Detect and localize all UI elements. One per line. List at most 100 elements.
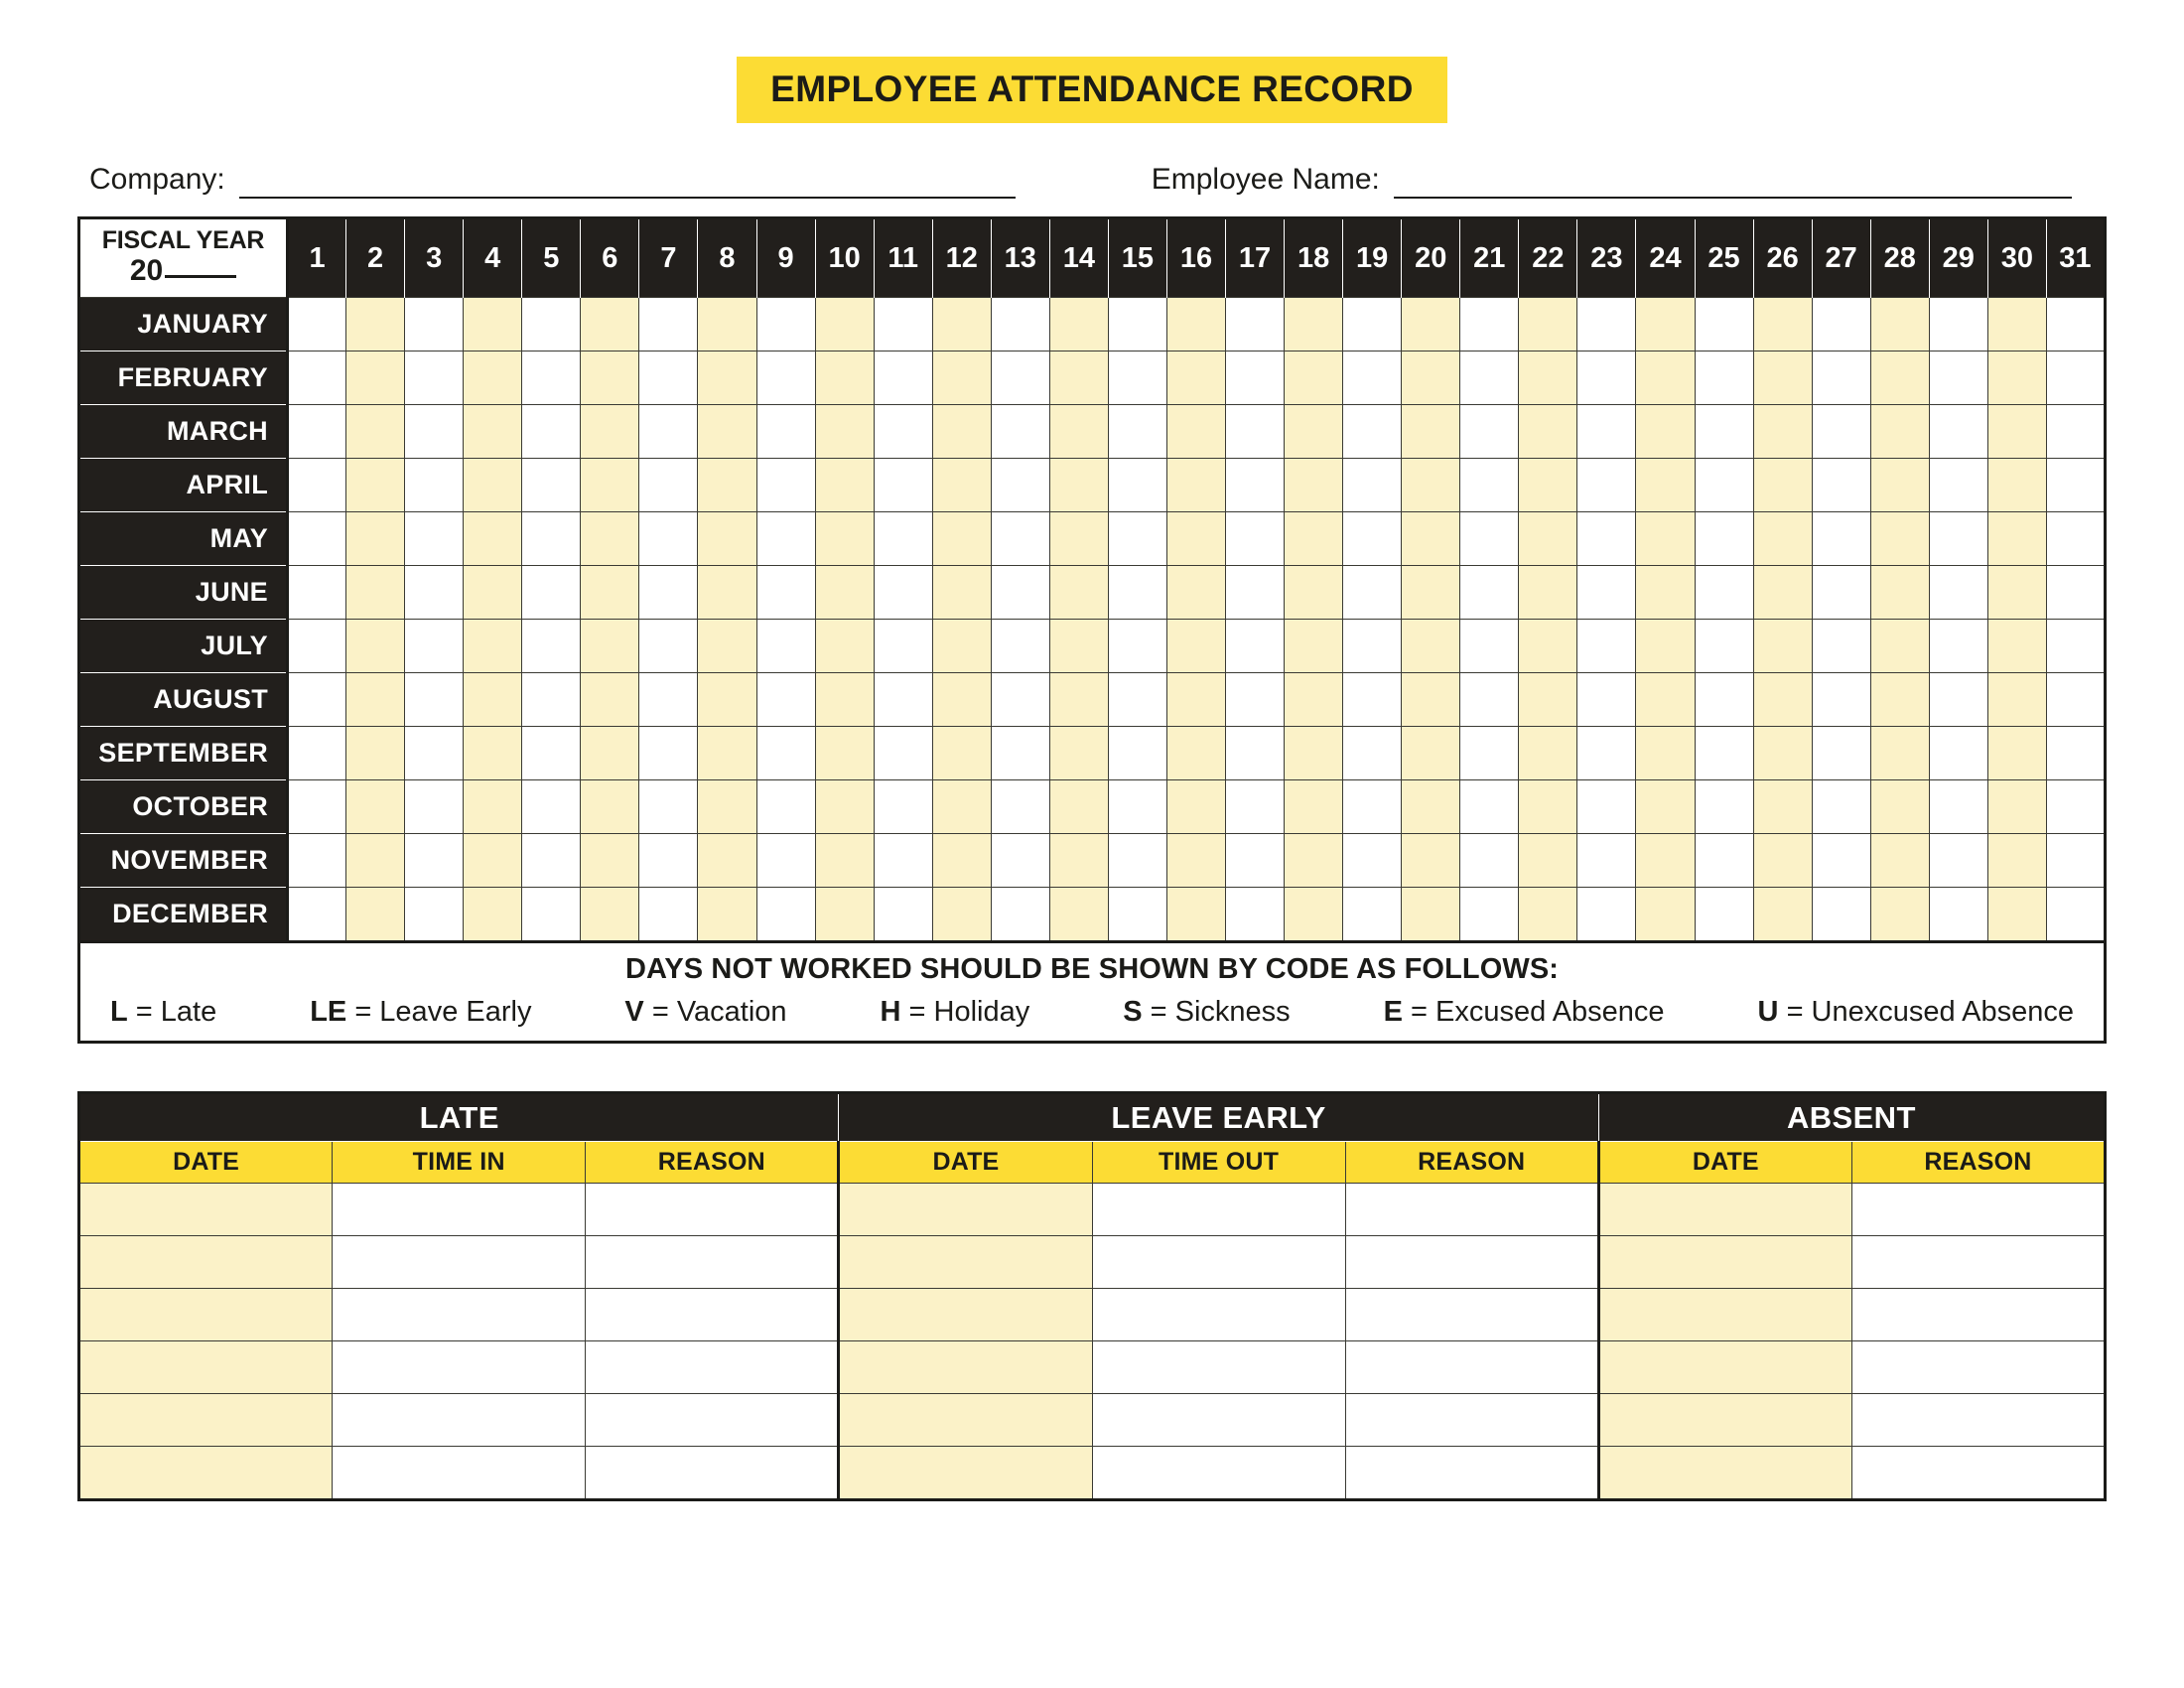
day-cell[interactable] (1518, 511, 1578, 566)
log-cell-date[interactable] (837, 1340, 1093, 1394)
day-cell[interactable] (931, 672, 992, 727)
day-cell[interactable] (1107, 833, 1167, 888)
day-cell[interactable] (1342, 887, 1403, 942)
day-cell[interactable] (1694, 726, 1754, 780)
day-cell[interactable] (1752, 726, 1813, 780)
day-cell[interactable] (1928, 726, 1988, 780)
day-cell[interactable] (2045, 297, 2107, 352)
day-cell[interactable] (2045, 565, 2107, 620)
day-cell[interactable] (638, 404, 699, 459)
day-cell[interactable] (1986, 726, 2047, 780)
day-cell[interactable] (2045, 779, 2107, 834)
day-cell[interactable] (697, 779, 757, 834)
day-cell[interactable] (1635, 779, 1696, 834)
day-cell[interactable] (1928, 511, 1988, 566)
day-cell[interactable] (521, 297, 582, 352)
day-cell[interactable] (521, 458, 582, 512)
day-cell[interactable] (1165, 887, 1227, 942)
day-cell[interactable] (1284, 297, 1344, 352)
day-cell[interactable] (463, 833, 523, 888)
day-cell[interactable] (931, 833, 992, 888)
day-cell[interactable] (1107, 565, 1167, 620)
day-cell[interactable] (814, 565, 875, 620)
day-cell[interactable] (697, 511, 757, 566)
day-cell[interactable] (1401, 351, 1461, 405)
day-cell[interactable] (1635, 565, 1696, 620)
log-cell-date[interactable] (837, 1235, 1093, 1289)
day-cell[interactable] (1165, 726, 1227, 780)
day-cell[interactable] (873, 351, 933, 405)
day-cell[interactable] (286, 779, 347, 834)
log-cell-date[interactable] (77, 1288, 334, 1341)
day-cell[interactable] (1752, 779, 1813, 834)
day-cell[interactable] (345, 458, 406, 512)
day-cell[interactable] (521, 404, 582, 459)
day-cell[interactable] (2045, 404, 2107, 459)
log-cell-reason[interactable] (1850, 1393, 2107, 1447)
day-cell[interactable] (1048, 351, 1109, 405)
day-cell[interactable] (1224, 619, 1286, 673)
log-cell-date[interactable] (1596, 1235, 1852, 1289)
day-cell[interactable] (1811, 726, 1871, 780)
day-cell[interactable] (1342, 351, 1403, 405)
day-cell[interactable] (345, 297, 406, 352)
day-cell[interactable] (638, 619, 699, 673)
day-cell[interactable] (1928, 779, 1988, 834)
day-cell[interactable] (1107, 511, 1167, 566)
log-cell-reason[interactable] (1850, 1235, 2107, 1289)
day-cell[interactable] (1224, 779, 1286, 834)
day-cell[interactable] (1224, 726, 1286, 780)
log-cell-time-out[interactable] (1091, 1393, 1346, 1447)
day-cell[interactable] (1576, 779, 1637, 834)
day-cell[interactable] (873, 565, 933, 620)
day-cell[interactable] (990, 511, 1050, 566)
day-cell[interactable] (1107, 458, 1167, 512)
day-cell[interactable] (1459, 887, 1520, 942)
day-cell[interactable] (697, 726, 757, 780)
day-cell[interactable] (463, 511, 523, 566)
day-cell[interactable] (404, 404, 465, 459)
day-cell[interactable] (1811, 887, 1871, 942)
day-cell[interactable] (1752, 458, 1813, 512)
day-cell[interactable] (1518, 458, 1578, 512)
day-cell[interactable] (1576, 511, 1637, 566)
day-cell[interactable] (814, 672, 875, 727)
day-cell[interactable] (1928, 887, 1988, 942)
log-cell-date[interactable] (1596, 1393, 1852, 1447)
day-cell[interactable] (873, 672, 933, 727)
day-cell[interactable] (1224, 458, 1286, 512)
day-cell[interactable] (638, 458, 699, 512)
day-cell[interactable] (1048, 458, 1109, 512)
day-cell[interactable] (1811, 833, 1871, 888)
day-cell[interactable] (1401, 404, 1461, 459)
day-cell[interactable] (931, 565, 992, 620)
day-cell[interactable] (1694, 458, 1754, 512)
day-cell[interactable] (463, 887, 523, 942)
day-cell[interactable] (1869, 833, 1930, 888)
day-cell[interactable] (1986, 565, 2047, 620)
day-cell[interactable] (2045, 458, 2107, 512)
day-cell[interactable] (638, 351, 699, 405)
day-cell[interactable] (1048, 887, 1109, 942)
day-cell[interactable] (521, 351, 582, 405)
day-cell[interactable] (1401, 726, 1461, 780)
log-cell-time-out[interactable] (1091, 1183, 1346, 1236)
day-cell[interactable] (1752, 351, 1813, 405)
day-cell[interactable] (1107, 351, 1167, 405)
log-cell-reason[interactable] (1850, 1340, 2107, 1394)
fiscal-year-entry[interactable]: 20 (80, 254, 286, 287)
day-cell[interactable] (1342, 511, 1403, 566)
day-cell[interactable] (1811, 565, 1871, 620)
day-cell[interactable] (404, 297, 465, 352)
day-cell[interactable] (1986, 833, 2047, 888)
day-cell[interactable] (2045, 511, 2107, 566)
day-cell[interactable] (990, 672, 1050, 727)
log-cell-time-in[interactable] (332, 1288, 587, 1341)
day-cell[interactable] (1284, 511, 1344, 566)
day-cell[interactable] (1518, 565, 1578, 620)
day-cell[interactable] (286, 404, 347, 459)
log-cell-time-in[interactable] (332, 1446, 587, 1500)
day-cell[interactable] (1284, 887, 1344, 942)
log-cell-reason[interactable] (585, 1183, 840, 1236)
day-cell[interactable] (1165, 833, 1227, 888)
